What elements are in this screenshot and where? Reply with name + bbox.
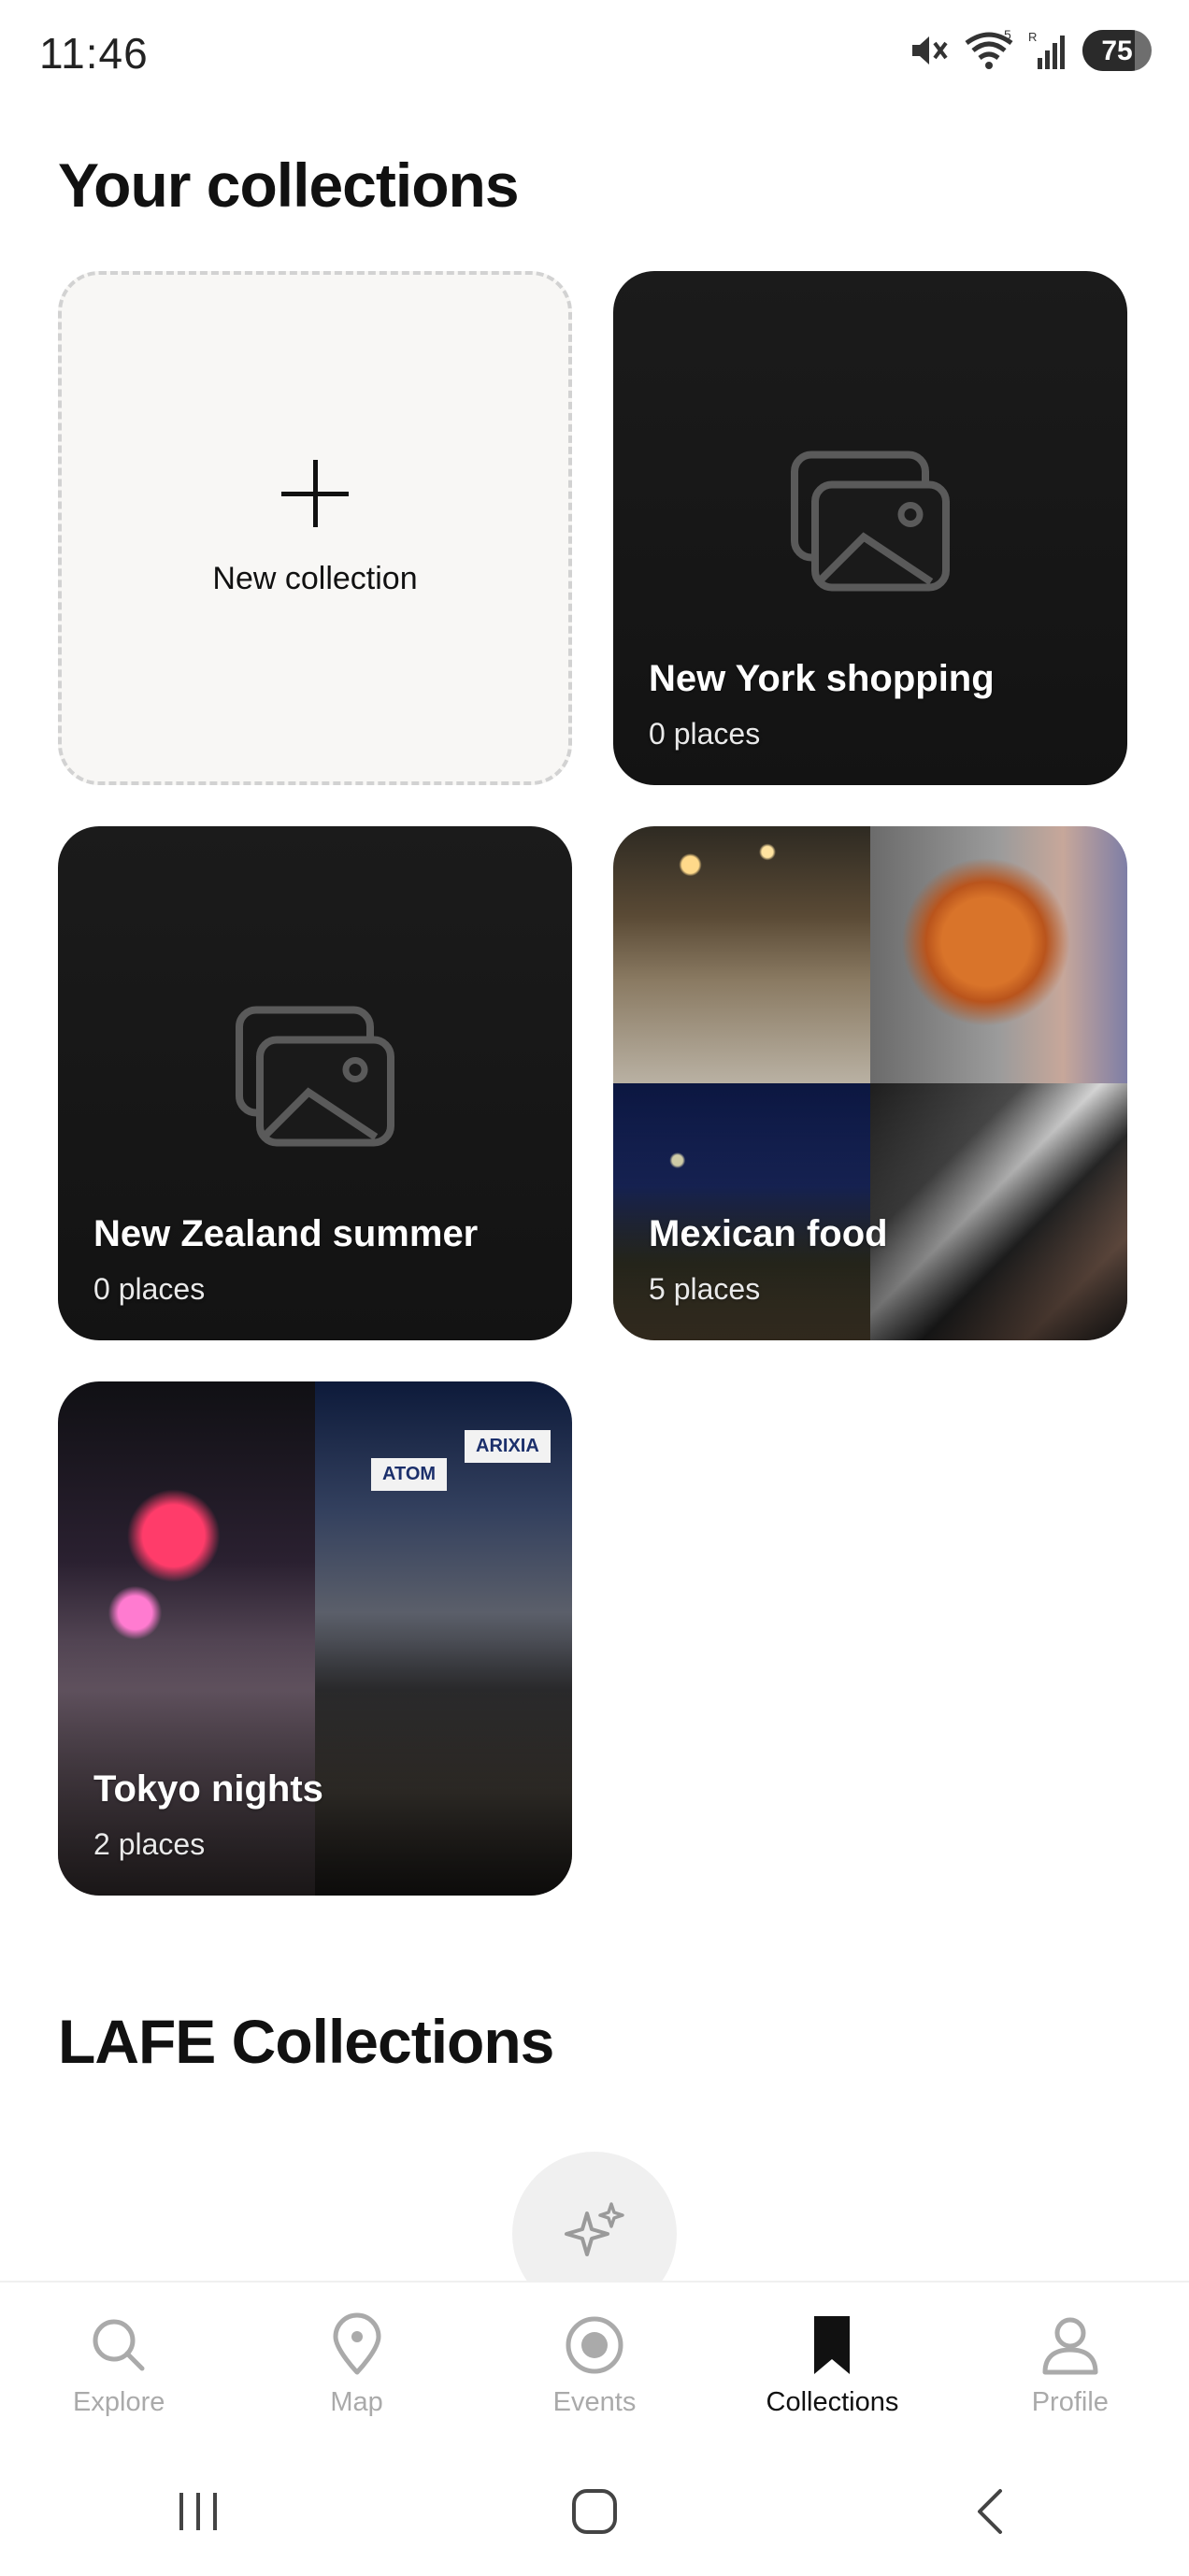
bottom-nav: Explore Map Events Collections Profile [0,2281,1189,2447]
recent-apps-icon[interactable] [170,2483,226,2540]
collection-caption: New York shopping 0 places [649,658,995,751]
collection-count: 2 places [93,1827,206,1861]
building-sign: ATOM [371,1458,448,1491]
kebab-photo [870,826,1127,1083]
collection-count: 0 places [93,1272,206,1306]
collection-card-mexican-food[interactable]: Mexican food 5 places [613,826,1127,1340]
status-icons: 5 R 75 [909,30,1152,71]
signal-label: 5 [1004,30,1011,42]
nav-label: Explore [73,2387,165,2417]
cell-signal-icon: R [1028,30,1065,69]
nav-map[interactable]: Map [237,2283,475,2447]
home-icon[interactable] [566,2483,623,2540]
bookmark-icon [814,2316,851,2374]
collection-card-tokyo-nights[interactable]: ATOM ARIXIA Tokyo nights 2 places [58,1381,572,1896]
collection-card-new-zealand-summer[interactable]: New Zealand summer 0 places [58,826,572,1340]
plus-icon [281,459,349,527]
new-collection-label: New collection [212,560,418,596]
new-collection-button[interactable]: New collection [58,271,572,785]
collection-title: New York shopping [649,658,995,699]
map-pin-icon [333,2312,381,2375]
collection-caption: Tokyo nights 2 places [93,1768,323,1862]
nav-profile[interactable]: Profile [952,2283,1189,2447]
collection-title: New Zealand summer [93,1213,479,1254]
profile-icon [1042,2317,1098,2375]
battery-indicator: 75 [1082,30,1152,71]
collection-card-new-york-shopping[interactable]: New York shopping 0 places [613,271,1127,785]
collection-caption: Mexican food 5 places [649,1213,888,1307]
nav-label: Map [330,2387,383,2417]
nav-label: Collections [766,2387,899,2417]
image-placeholder-icon [791,451,950,592]
nav-events[interactable]: Events [476,2283,713,2447]
restaurant-photo [613,826,870,1083]
search-icon [93,2319,145,2371]
battery-level: 75 [1101,36,1133,66]
lafe-collections-title: LAFE Collections [58,2007,554,2076]
sparkles-icon [565,2202,624,2256]
building-sign: ARIXIA [465,1430,551,1463]
nav-label: Events [552,2387,637,2417]
mute-icon [912,36,948,64]
wifi-icon: 5 [965,30,1013,69]
page-title: Your collections [58,150,520,220]
nav-collections[interactable]: Collections [713,2283,951,2447]
image-placeholder-icon [236,1006,394,1147]
collection-count: 0 places [649,717,761,751]
collection-title: Mexican food [649,1213,888,1254]
status-time: 11:46 [39,29,149,78]
back-icon[interactable] [963,2483,1019,2540]
status-bar: 11:46 5 R 75 [0,0,1189,112]
collection-caption: New Zealand summer 0 places [93,1213,478,1307]
system-nav-bar [0,2447,1189,2576]
nav-label: Profile [1031,2387,1109,2417]
events-icon [566,2316,623,2374]
nav-explore[interactable]: Explore [0,2283,237,2447]
roaming-label: R [1028,30,1037,44]
collection-title: Tokyo nights [93,1768,323,1810]
collection-count: 5 places [649,1272,761,1306]
